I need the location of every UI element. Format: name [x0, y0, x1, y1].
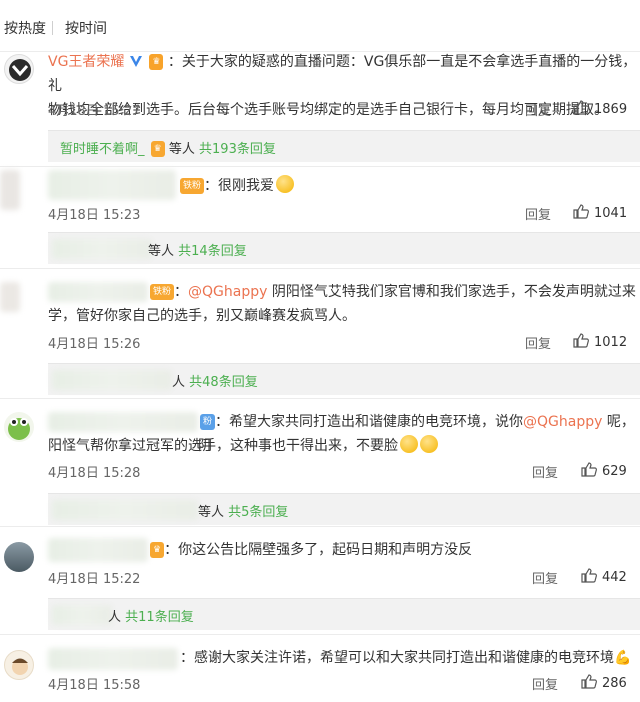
reply-summary-bar[interactable]: 暂时睡不着啊_ ♛ 等人 共193条回复: [48, 130, 640, 162]
blurred-username: [48, 282, 148, 302]
reply-username[interactable]: 暂时睡不着啊_: [60, 142, 145, 157]
thumbs-up-icon: [581, 568, 597, 583]
comment-time: 4月18日 15:27: [48, 104, 141, 119]
emoji-icon: [276, 175, 295, 193]
reply-summary-bar[interactable]: 等人 共5条回复: [48, 493, 640, 525]
like-button[interactable]: 629: [581, 462, 627, 479]
blurred-username: [52, 500, 198, 520]
blurred-username: [48, 412, 198, 432]
comment-text-line2: 阳怪气帮你拿过冠军的选手，这种事也干得出来，不要脸: [48, 434, 438, 458]
reply-count-link[interactable]: 共193条回复: [199, 142, 276, 157]
like-count: 629: [602, 464, 627, 479]
comment-time: 4月18日 15:28: [48, 466, 141, 481]
like-button[interactable]: 442: [581, 568, 627, 585]
comment-item: 粉：希望大家共同打造出和谐健康的电竞环境，说你@QGhappy 呢，阴 阳怪气帮…: [0, 398, 640, 528]
sweat-smile-emoji-icon: [400, 435, 418, 453]
avatar[interactable]: [4, 54, 34, 84]
comment-item: ♛ ：你这公告比隔壁强多了，起码日期和声明方没反 4月18日 15:22 回复 4…: [0, 526, 640, 634]
blurred-username: [48, 648, 178, 670]
avatar[interactable]: [4, 542, 34, 572]
like-button[interactable]: 1869: [573, 100, 627, 117]
like-count: 1869: [594, 102, 628, 117]
verified-v-icon: [129, 56, 142, 67]
comment-username[interactable]: VG王者荣耀: [48, 54, 124, 70]
mention-link[interactable]: @QGhappy: [188, 284, 267, 300]
comment-item: ：感谢大家关注许诺，希望可以和大家共同打造出和谐健康的电竞环境💪 4月18日 1…: [0, 634, 640, 702]
fan-badge-icon: ♛: [150, 542, 165, 558]
sweat-smile-emoji-icon: [420, 435, 438, 453]
reply-summary-bar[interactable]: 人 共48条回复: [48, 363, 640, 395]
iron-fan-badge-icon: 铁粉: [150, 284, 175, 300]
reply-button[interactable]: 回复: [532, 462, 558, 481]
like-button[interactable]: 286: [581, 674, 627, 691]
like-count: 1041: [594, 206, 628, 221]
thumbs-up-icon: [573, 100, 589, 115]
like-count: 442: [602, 570, 627, 585]
comment-time: 4月18日 15:26: [48, 337, 141, 352]
vg-logo-icon: [9, 59, 31, 81]
reply-button[interactable]: 回复: [532, 674, 558, 693]
like-button[interactable]: 1041: [573, 204, 627, 221]
blurred-username: [48, 538, 148, 562]
comment-text: ♛ ：你这公告比隔壁强多了，起码日期和声明方没反: [148, 538, 472, 562]
reply-count-link[interactable]: 共5条回复: [228, 505, 288, 520]
fan-badge-icon: ♛: [150, 141, 165, 157]
reply-button[interactable]: 回复: [525, 333, 551, 352]
comment-text: 铁粉 ：@QGhappy 阴阳怪气艾特我们家官博和我们家选手，不会发声明就过来: [148, 280, 638, 304]
sort-tab-hot[interactable]: 按热度: [4, 18, 46, 38]
thumbs-up-icon: [581, 674, 597, 689]
comment-time: 4月18日 15:22: [48, 572, 141, 587]
like-button[interactable]: 1012: [573, 333, 627, 350]
comment-time: 4月18日 15:23: [48, 208, 141, 223]
frog-avatar-icon: [8, 418, 30, 440]
like-count: 1012: [594, 335, 628, 350]
reply-summary-bar[interactable]: 人 共11条回复: [48, 598, 640, 630]
comment-time: 4月18日 15:58: [48, 678, 141, 693]
iron-fan-badge-icon: 铁粉: [180, 178, 205, 194]
fan-badge-icon: 粉: [200, 414, 216, 430]
reply-count-link[interactable]: 共48条回复: [189, 375, 258, 390]
reply-button[interactable]: 回复: [532, 568, 558, 587]
sort-divider: [52, 21, 53, 35]
reply-summary-bar[interactable]: 等人 共14条回复: [48, 232, 640, 264]
like-count: 286: [602, 676, 627, 691]
comment-item: 铁粉 ：@QGhappy 阴阳怪气艾特我们家官博和我们家选手，不会发声明就过来 学…: [0, 268, 640, 400]
thumbs-up-icon: [581, 462, 597, 477]
comment-text: 铁粉 ：很刚我爱: [178, 174, 295, 198]
fan-badge-icon: ♛: [149, 54, 164, 70]
blurred-username: [52, 370, 172, 390]
reply-button[interactable]: 回复: [525, 100, 551, 119]
thumbs-up-icon: [573, 333, 589, 348]
avatar[interactable]: [0, 282, 20, 312]
avatar[interactable]: [4, 412, 34, 442]
avatar[interactable]: [0, 170, 20, 210]
cartoon-avatar-icon: [12, 658, 28, 675]
reply-count-link[interactable]: 共14条回复: [178, 244, 247, 259]
blurred-username: [52, 605, 112, 625]
sort-bar: 按热度 按时间: [0, 0, 640, 52]
muscle-emoji-icon: 💪: [614, 650, 632, 666]
avatar[interactable]: [4, 650, 34, 680]
blurred-username: [52, 239, 152, 259]
mention-link[interactable]: @QGhappy: [523, 414, 602, 430]
comment-item: 铁粉 ：很刚我爱 4月18日 15:23 回复 1041 等人 共14条回复: [0, 166, 640, 284]
comment-text-line2: 学，管好你家自己的选手，别又巅峰赛发疯骂人。: [48, 308, 356, 324]
reply-button[interactable]: 回复: [525, 204, 551, 223]
reply-count-link[interactable]: 共11条回复: [125, 610, 194, 625]
thumbs-up-icon: [573, 204, 589, 219]
comment-text: ：感谢大家关注许诺，希望可以和大家共同打造出和谐健康的电竞环境💪: [180, 650, 632, 666]
sort-tab-time[interactable]: 按时间: [65, 18, 107, 38]
blurred-username: [48, 170, 176, 200]
